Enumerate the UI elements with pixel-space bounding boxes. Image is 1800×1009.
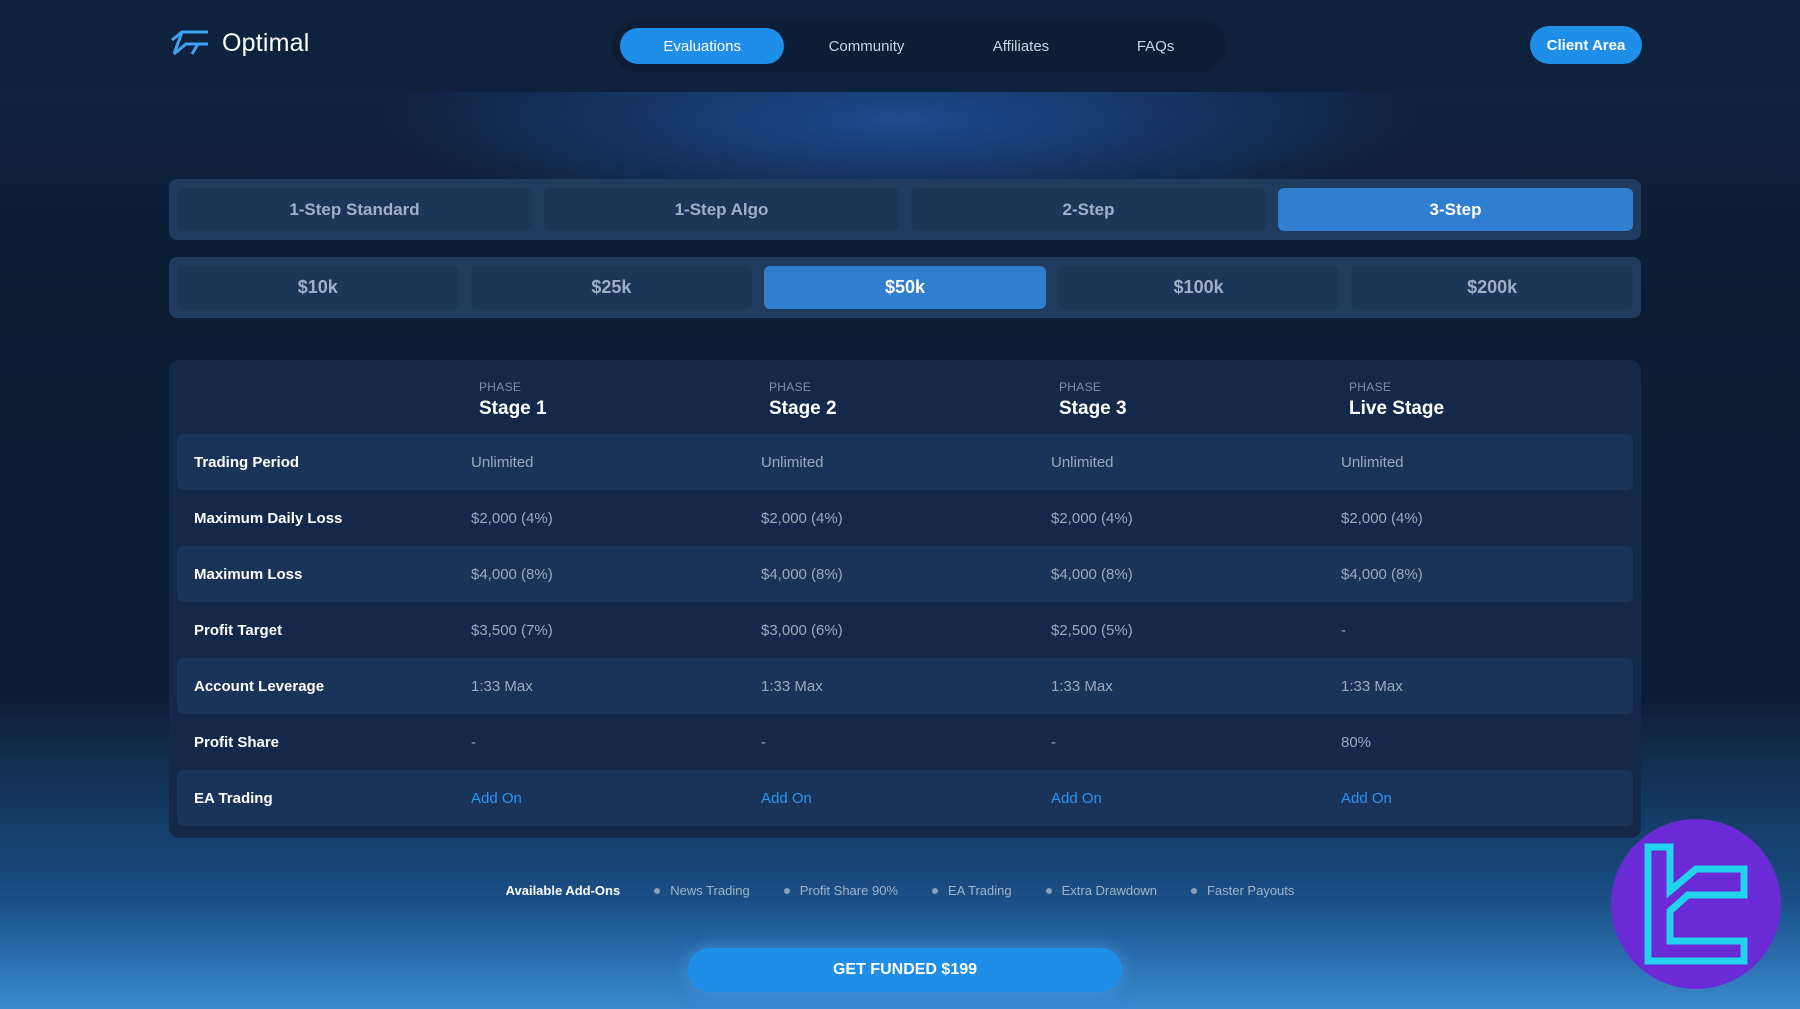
cell-value: $4,000 (8%) bbox=[1051, 565, 1133, 583]
cell-value: 1:33 Max bbox=[1051, 677, 1113, 695]
bullet-icon bbox=[1045, 887, 1052, 894]
table-row: Maximum Loss $4,000 (8%) $4,000 (8%) $4,… bbox=[177, 546, 1633, 602]
cell-value: Unlimited bbox=[471, 453, 534, 471]
size-tab-200k[interactable]: $200k bbox=[1351, 266, 1633, 309]
cell-value: $2,000 (4%) bbox=[471, 509, 553, 527]
nav-community[interactable]: Community bbox=[784, 28, 948, 64]
add-on-label: Faster Payouts bbox=[1206, 883, 1295, 898]
cell-value: - bbox=[1051, 733, 1056, 751]
phase-label: PHASE bbox=[479, 380, 522, 394]
phase-name: Live Stage bbox=[1349, 398, 1445, 419]
add-on-item: Faster Payouts bbox=[1190, 883, 1295, 898]
phase-header-stage-3: PHASE Stage 3 bbox=[1059, 380, 1127, 420]
phase-name: Stage 3 bbox=[1059, 398, 1127, 419]
cell-value: $2,000 (4%) bbox=[1341, 509, 1423, 527]
client-area-button[interactable]: Client Area bbox=[1530, 26, 1642, 64]
tc-badge-icon bbox=[1611, 819, 1781, 989]
add-on-link[interactable]: Add On bbox=[471, 790, 522, 807]
table-row: Account Leverage 1:33 Max 1:33 Max 1:33 … bbox=[177, 658, 1633, 714]
table-row: Profit Target $3,500 (7%) $3,000 (6%) $2… bbox=[177, 602, 1633, 658]
nav-evaluations[interactable]: Evaluations bbox=[620, 28, 785, 64]
get-funded-button[interactable]: GET FUNDED $199 bbox=[688, 948, 1122, 992]
cell-value: Unlimited bbox=[1051, 453, 1114, 471]
size-tab-50k[interactable]: $50k bbox=[764, 266, 1046, 309]
cell-value: $3,000 (6%) bbox=[761, 621, 843, 639]
size-tab-25k[interactable]: $25k bbox=[470, 266, 753, 309]
size-tab-100k[interactable]: $100k bbox=[1057, 266, 1340, 309]
row-label: Trading Period bbox=[194, 453, 300, 471]
add-on-item: Extra Drawdown bbox=[1045, 883, 1157, 898]
table-row: Maximum Daily Loss $2,000 (4%) $2,000 (4… bbox=[177, 490, 1633, 546]
brand-name: Optimal bbox=[222, 28, 310, 57]
table-row: EA Trading Add On Add On Add On Add On bbox=[177, 770, 1633, 826]
add-on-item: EA Trading bbox=[931, 883, 1012, 898]
main-nav: Evaluations Community Affiliates FAQs bbox=[612, 20, 1226, 72]
optimal-logo-icon bbox=[171, 30, 208, 56]
cell-value: 1:33 Max bbox=[761, 677, 823, 695]
cell-value: 1:33 Max bbox=[471, 677, 533, 695]
tab-3-step[interactable]: 3-Step bbox=[1278, 188, 1633, 231]
add-on-label: Profit Share 90% bbox=[799, 883, 898, 898]
cell-value: - bbox=[761, 733, 766, 751]
evaluation-rules-table: PHASE Stage 1 PHASE Stage 2 PHASE Stage … bbox=[169, 360, 1641, 838]
row-label: Maximum Loss bbox=[194, 565, 303, 583]
add-on-label: Extra Drawdown bbox=[1061, 883, 1157, 898]
row-label: Account Leverage bbox=[194, 677, 325, 695]
phase-header-live-stage: PHASE Live Stage bbox=[1349, 380, 1444, 420]
bullet-icon bbox=[783, 887, 790, 894]
add-on-link[interactable]: Add On bbox=[1341, 790, 1392, 807]
add-on-link[interactable]: Add On bbox=[1051, 790, 1102, 807]
bullet-icon bbox=[931, 887, 938, 894]
cell-value: $2,000 (4%) bbox=[1051, 509, 1133, 527]
cell-value: $4,000 (8%) bbox=[471, 565, 553, 583]
size-tab-10k[interactable]: $10k bbox=[177, 266, 459, 309]
bullet-icon bbox=[654, 887, 661, 894]
add-on-link[interactable]: Add On bbox=[761, 790, 812, 807]
cell-value: $2,000 (4%) bbox=[761, 509, 843, 527]
cell-value: - bbox=[1341, 621, 1346, 639]
brand-logo[interactable]: Optimal bbox=[168, 28, 310, 58]
available-add-ons: Available Add-Ons News Trading Profit Sh… bbox=[0, 883, 1800, 898]
cell-value: - bbox=[471, 733, 476, 751]
tab-1-step-standard[interactable]: 1-Step Standard bbox=[177, 188, 532, 231]
row-label: Profit Target bbox=[194, 621, 283, 639]
tab-2-step[interactable]: 2-Step bbox=[911, 188, 1266, 231]
bullet-icon bbox=[1190, 887, 1197, 894]
cell-value: $4,000 (8%) bbox=[1341, 565, 1423, 583]
account-size-tabs: $10k $25k $50k $100k $200k bbox=[169, 257, 1641, 318]
phase-label: PHASE bbox=[1349, 380, 1392, 394]
nav-faqs[interactable]: FAQs bbox=[1093, 28, 1218, 64]
phase-name: Stage 2 bbox=[769, 398, 837, 419]
cell-value: Unlimited bbox=[761, 453, 824, 471]
add-on-label: News Trading bbox=[670, 883, 750, 898]
phase-header-stage-2: PHASE Stage 2 bbox=[769, 380, 837, 420]
table-row: Trading Period Unlimited Unlimited Unlim… bbox=[177, 434, 1633, 490]
row-label: Maximum Daily Loss bbox=[194, 509, 343, 527]
phase-header-stage-1: PHASE Stage 1 bbox=[479, 380, 547, 420]
phase-label: PHASE bbox=[769, 380, 812, 394]
add-ons-title: Available Add-Ons bbox=[505, 883, 621, 898]
add-on-item: Profit Share 90% bbox=[783, 883, 898, 898]
tab-1-step-algo[interactable]: 1-Step Algo bbox=[544, 188, 899, 231]
cell-value: 1:33 Max bbox=[1341, 677, 1403, 695]
phase-label: PHASE bbox=[1059, 380, 1102, 394]
phase-name: Stage 1 bbox=[479, 398, 547, 419]
cell-value: Unlimited bbox=[1341, 453, 1404, 471]
nav-affiliates[interactable]: Affiliates bbox=[949, 28, 1094, 64]
top-navigation-bar: Optimal Evaluations Community Affiliates… bbox=[0, 0, 1800, 92]
cell-value: $3,500 (7%) bbox=[471, 621, 553, 639]
row-label: EA Trading bbox=[194, 789, 273, 807]
table-row: Profit Share - - - 80% bbox=[177, 714, 1633, 770]
program-tabs: 1-Step Standard 1-Step Algo 2-Step 3-Ste… bbox=[169, 179, 1641, 240]
table-header: PHASE Stage 1 PHASE Stage 2 PHASE Stage … bbox=[177, 360, 1633, 434]
add-on-item: News Trading bbox=[654, 883, 750, 898]
cell-value: 80% bbox=[1341, 733, 1372, 751]
cell-value: $2,500 (5%) bbox=[1051, 621, 1133, 639]
tc-logo-mark-icon bbox=[1644, 843, 1748, 965]
add-on-label: EA Trading bbox=[947, 883, 1012, 898]
row-label: Profit Share bbox=[194, 733, 280, 751]
cell-value: $4,000 (8%) bbox=[761, 565, 843, 583]
